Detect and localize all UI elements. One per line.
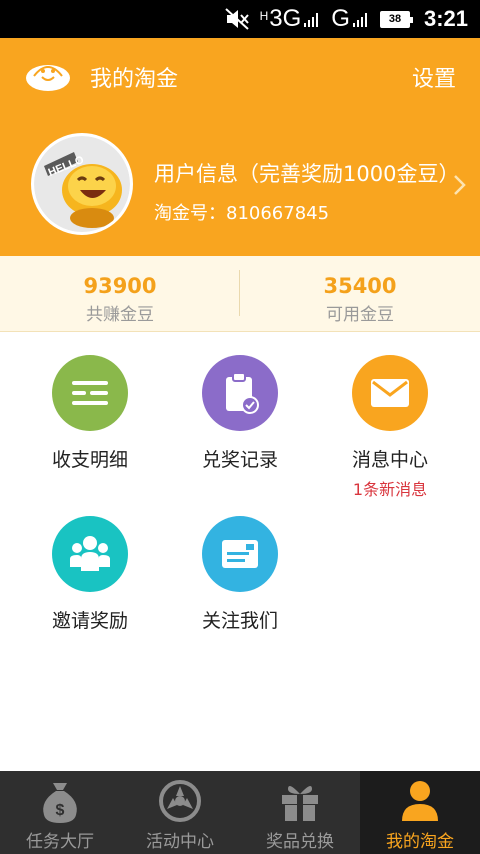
status-bar: H 3G G 38 3:21: [0, 0, 480, 38]
menu-label: 收支明细: [51, 449, 128, 471]
title-bar: 我的淘金 设置: [0, 38, 480, 114]
menu-follow-us[interactable]: 关注我们: [160, 516, 320, 633]
menu-label: 兑奖记录: [201, 449, 278, 471]
menu-messages[interactable]: 消息中心 1条新消息: [310, 355, 470, 500]
signal-icon: [304, 13, 319, 27]
page-title: 我的淘金: [90, 67, 179, 92]
money-bag-icon: $: [43, 783, 77, 823]
network-3g-label: 3G: [269, 5, 302, 32]
menu-redeem-history[interactable]: 兑奖记录: [160, 355, 320, 472]
tab-label: 活动中心: [146, 832, 214, 852]
mail-icon: [352, 355, 428, 431]
stats-bar: 93900 共赚金豆 35400 可用金豆: [0, 256, 480, 332]
network-h-label: H: [259, 9, 269, 23]
tab-label: 任务大厅: [26, 832, 94, 852]
avatar[interactable]: HELLO: [31, 133, 133, 235]
news-icon: [202, 516, 278, 592]
menu-transactions[interactable]: 收支明细: [10, 355, 170, 472]
people-icon: [52, 516, 128, 592]
user-icon: [402, 781, 438, 821]
tab-label: 我的淘金: [386, 832, 454, 852]
tab-my-taojin[interactable]: 我的淘金: [360, 771, 480, 854]
stat-value: 35400: [323, 274, 397, 298]
logo-icon: [26, 65, 70, 91]
menu-label: 消息中心: [351, 449, 428, 471]
tab-prize-exchange[interactable]: 奖品兑换: [240, 771, 360, 854]
clipboard-check-icon: [202, 355, 278, 431]
svg-text:$: $: [56, 802, 65, 819]
network-g-label: G: [331, 5, 350, 32]
stat-total-earned[interactable]: 93900 共赚金豆: [0, 256, 240, 332]
chevron-right-icon: [454, 175, 466, 195]
stat-available[interactable]: 35400 可用金豆: [240, 256, 480, 332]
new-message-badge: 1条新消息: [352, 480, 428, 499]
wheel-icon: [159, 780, 201, 822]
stat-label: 共赚金豆: [86, 305, 154, 325]
tab-label: 奖品兑换: [266, 832, 334, 852]
stat-value: 93900: [83, 274, 157, 298]
tab-task-hall[interactable]: $ 任务大厅: [0, 771, 120, 854]
user-id: 淘金号：810667845: [154, 203, 330, 224]
list-icon: [52, 355, 128, 431]
settings-button[interactable]: 设置: [412, 61, 456, 93]
menu-label: 邀请奖励: [51, 610, 128, 632]
header: 我的淘金 设置 HELLO 用户信息（完善奖励1000金豆） 淘金号：81066…: [0, 38, 480, 256]
screen: H 3G G 38 3:21 我的淘金 设置 HELLO 用户信息（完善奖励10…: [0, 0, 480, 854]
user-info-link[interactable]: 用户信息（完善奖励1000金豆）: [154, 158, 472, 188]
battery-icon: 38: [379, 10, 413, 28]
tab-bar: $ 任务大厅 活动中心 奖品兑换 我的淘金: [0, 771, 480, 854]
stat-label: 可用金豆: [326, 305, 394, 325]
profile-card[interactable]: HELLO 用户信息（完善奖励1000金豆） 淘金号：810667845: [0, 133, 480, 237]
mute-icon: [224, 7, 250, 31]
clock: 3:21: [423, 6, 468, 31]
menu-invite[interactable]: 邀请奖励: [10, 516, 170, 633]
menu-label: 关注我们: [201, 610, 278, 632]
tab-activity-center[interactable]: 活动中心: [120, 771, 240, 854]
gift-icon: [282, 785, 318, 821]
signal-icon: [352, 13, 367, 27]
